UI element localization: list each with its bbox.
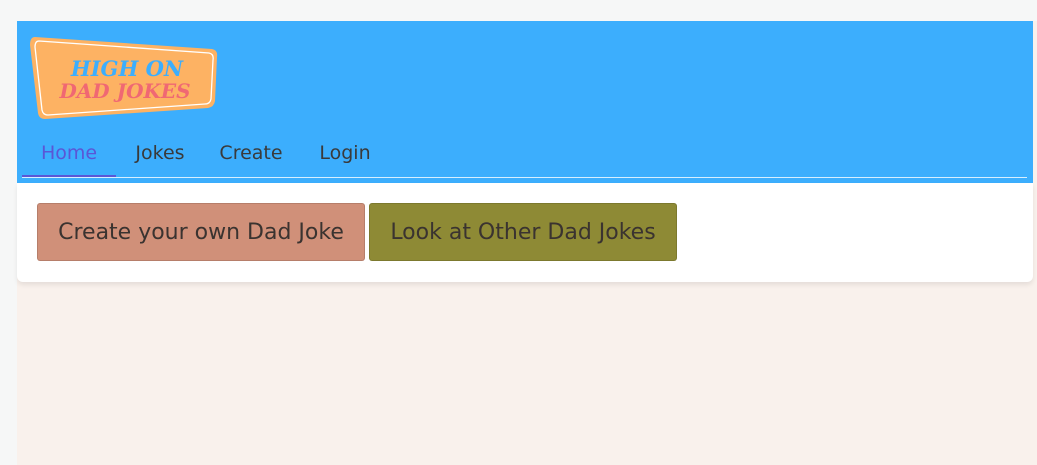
nav-login[interactable]: Login <box>298 135 392 177</box>
main-nav: Home Jokes Create Login <box>22 135 1027 178</box>
action-card: Create your own Dad Joke Look at Other D… <box>17 183 1033 282</box>
logo-badge: HIGH ON DAD JOKES <box>30 37 218 119</box>
site-logo[interactable]: HIGH ON DAD JOKES <box>29 33 219 123</box>
page-body: HIGH ON DAD JOKES Home Jokes Create Logi… <box>17 21 1037 465</box>
browse-jokes-button[interactable]: Look at Other Dad Jokes <box>369 203 677 261</box>
logo-line2: DAD JOKES <box>58 79 190 103</box>
site-header: HIGH ON DAD JOKES Home Jokes Create Logi… <box>17 21 1033 183</box>
nav-home[interactable]: Home <box>22 135 116 177</box>
logo-line1: HIGH ON <box>70 56 184 81</box>
nav-jokes[interactable]: Jokes <box>116 135 204 177</box>
nav-create[interactable]: Create <box>204 135 298 177</box>
create-joke-button[interactable]: Create your own Dad Joke <box>37 203 365 261</box>
